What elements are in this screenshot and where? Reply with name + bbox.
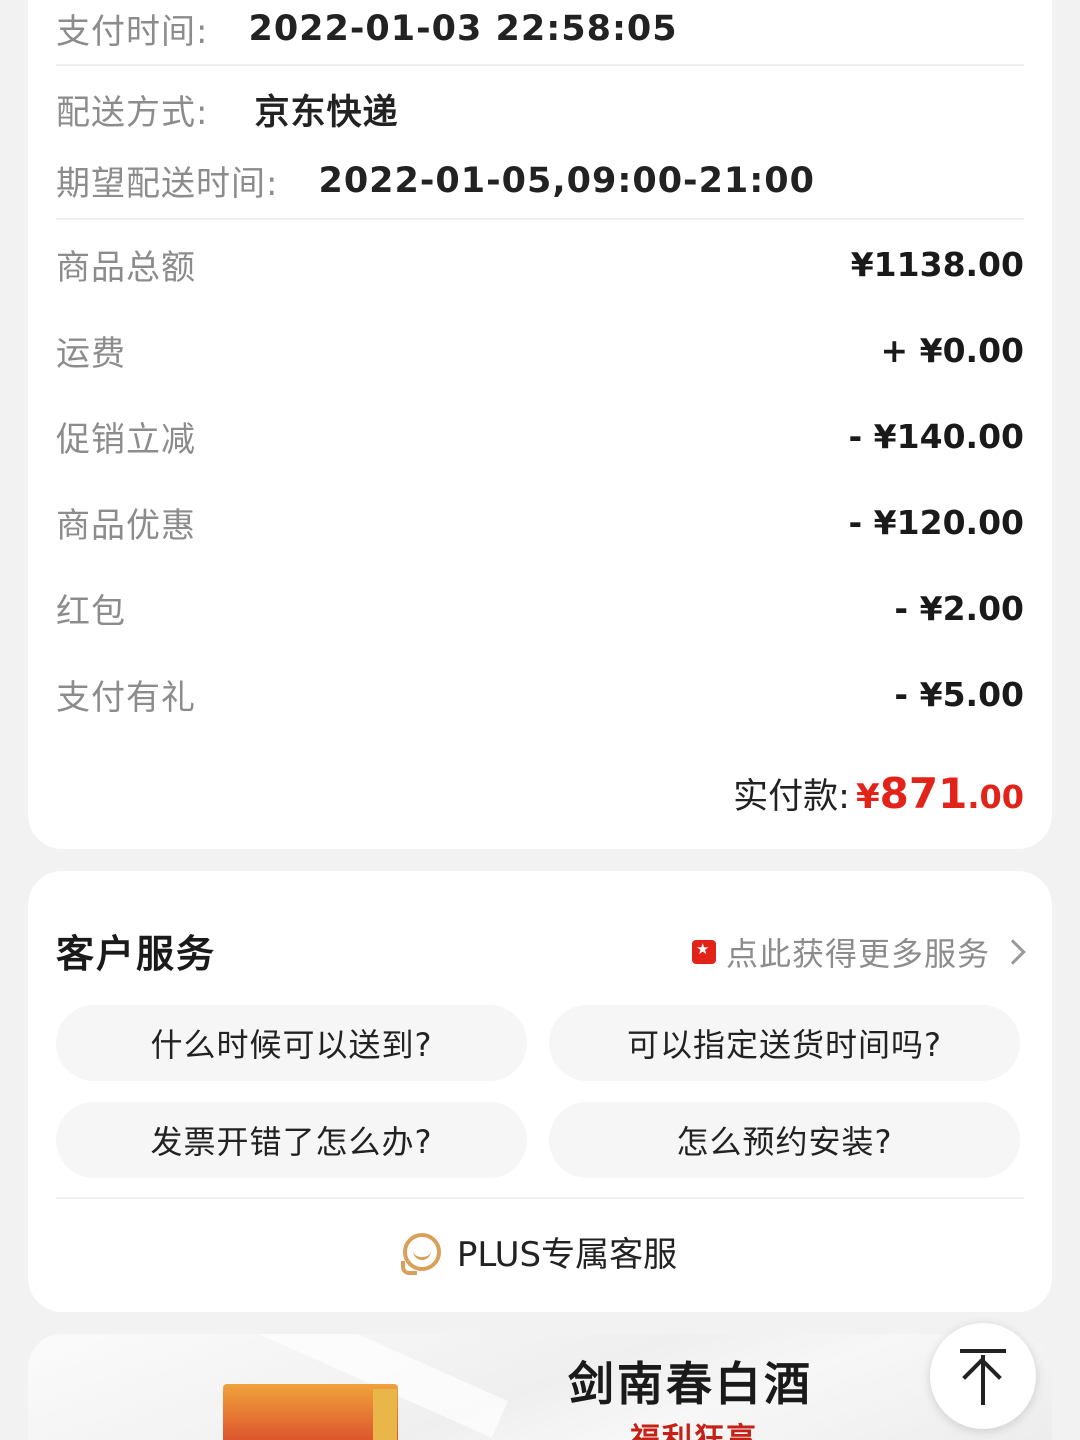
chat-bubble-icon	[400, 1232, 441, 1275]
paid-amount: 实付款: ¥ 871 .00	[733, 768, 1024, 819]
ad-banner[interactable]: 剑南春白酒 福利狂享	[28, 1334, 1052, 1440]
customer-service-card: 客户服务 点此获得更多服务 什么时候可以送到? 可以指定送货时间吗? 发票开错了…	[28, 871, 1052, 1312]
divider	[56, 1197, 1024, 1199]
expected-time-label: 期望配送时间:	[56, 164, 279, 204]
pay-time-row: 支付时间: 2022-01-03 22:58:05	[56, 4, 1024, 53]
amount-value: - ¥5.00	[894, 675, 1024, 714]
service-title: 客户服务	[56, 932, 217, 976]
amount-row: 商品优惠 - ¥120.00	[56, 498, 1024, 547]
back-to-top-icon	[960, 1349, 1006, 1353]
pay-time-label: 支付时间:	[56, 12, 209, 52]
paid-decimal: .00	[967, 778, 1024, 816]
ad-subtitle: 福利狂享	[630, 1422, 758, 1440]
more-services-text: 点此获得更多服务	[725, 935, 990, 973]
amount-row: 商品总额 ¥1138.00	[56, 240, 1024, 289]
amount-value: ¥1138.00	[850, 245, 1024, 284]
paid-currency: ¥	[855, 777, 880, 817]
amount-row: 促销立减 - ¥140.00	[56, 412, 1024, 461]
amount-value: - ¥120.00	[848, 503, 1025, 542]
expected-time-value: 2022-01-05,09:00-21:00	[318, 160, 815, 201]
expected-time-row: 期望配送时间: 2022-01-05,09:00-21:00	[56, 156, 1024, 205]
plus-service-button[interactable]: PLUS专属客服	[28, 1227, 1052, 1276]
product-image	[373, 1389, 397, 1440]
paid-label: 实付款:	[733, 777, 850, 817]
paid-integer: 871	[879, 769, 968, 818]
back-to-top-icon-arrow	[962, 1357, 1002, 1397]
amount-label: 促销立减	[56, 420, 196, 460]
question-button[interactable]: 怎么预约安装?	[549, 1102, 1020, 1178]
question-button[interactable]: 什么时候可以送到?	[56, 1005, 527, 1081]
chevron-right-icon	[1000, 939, 1026, 965]
amount-label: 商品优惠	[56, 506, 196, 546]
amount-value: + ¥0.00	[880, 331, 1024, 370]
delivery-method-row: 配送方式: 京东快递	[56, 84, 1024, 135]
question-button[interactable]: 发票开错了怎么办?	[56, 1102, 527, 1178]
amount-value: - ¥140.00	[848, 417, 1025, 456]
ad-title: 剑南春白酒	[568, 1357, 813, 1411]
amount-row: 支付有礼 - ¥5.00	[56, 670, 1024, 719]
amount-row: 红包 - ¥2.00	[56, 584, 1024, 633]
amount-value: - ¥2.00	[894, 589, 1024, 628]
divider	[56, 218, 1024, 220]
amount-label: 运费	[56, 334, 126, 374]
amount-label: 商品总额	[56, 248, 196, 288]
star-badge-icon	[691, 940, 716, 964]
back-to-top-button[interactable]	[930, 1323, 1036, 1429]
divider	[56, 64, 1024, 66]
amount-label: 支付有礼	[56, 678, 196, 718]
pay-time-value: 2022-01-03 22:58:05	[248, 8, 678, 49]
delivery-method-value: 京东快递	[254, 93, 399, 133]
order-detail-card: 支付时间: 2022-01-03 22:58:05 配送方式: 京东快递 期望配…	[28, 0, 1052, 849]
amount-label: 红包	[56, 592, 126, 632]
delivery-method-label: 配送方式:	[56, 93, 209, 133]
product-image	[223, 1384, 398, 1440]
amount-row: 运费 + ¥0.00	[56, 326, 1024, 375]
more-services-link[interactable]: 点此获得更多服务	[691, 929, 1026, 975]
plus-service-label: PLUS专属客服	[456, 1235, 678, 1275]
question-button[interactable]: 可以指定送货时间吗?	[549, 1005, 1020, 1081]
